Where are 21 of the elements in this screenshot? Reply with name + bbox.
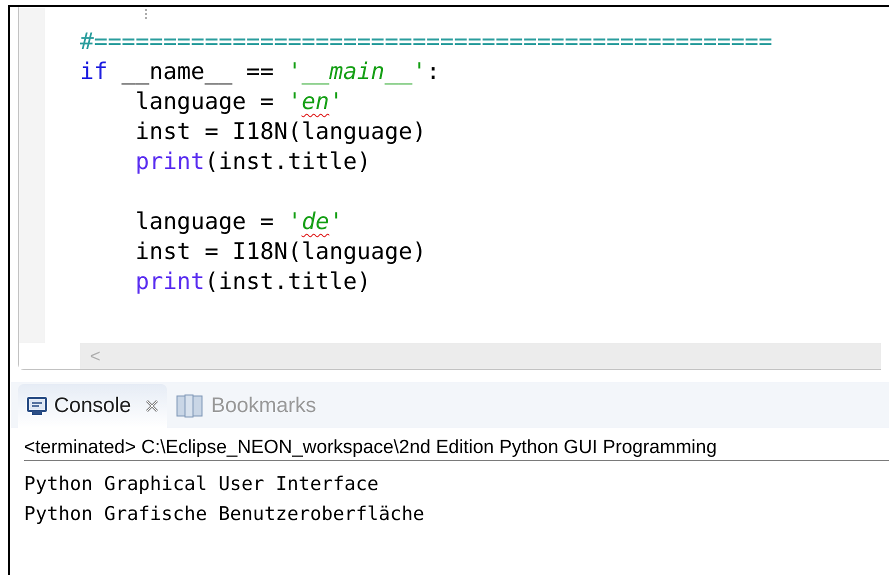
code-line: #================================================= bbox=[80, 28, 772, 57]
fold-marker-icon bbox=[144, 7, 148, 21]
code-line: print(inst.title) bbox=[135, 268, 371, 297]
code-line: inst = I18N(language) bbox=[135, 238, 426, 267]
scroll-left-arrow[interactable]: < bbox=[90, 342, 101, 370]
view-tab[interactable]: Console bbox=[18, 384, 168, 428]
code-line: inst = I18N(language) bbox=[135, 118, 426, 147]
console-output-line: Python Grafische Benutzeroberfläche bbox=[24, 502, 424, 527]
book-icon bbox=[175, 393, 206, 419]
code-line: language = 'en' bbox=[135, 88, 344, 117]
monitor-icon bbox=[26, 396, 48, 416]
tab-label: Bookmarks bbox=[211, 393, 316, 420]
tab-label: Console bbox=[54, 393, 132, 420]
view-tab[interactable]: Bookmarks bbox=[167, 384, 324, 428]
console-output-line: Python Graphical User Interface bbox=[24, 472, 379, 497]
code-line: print(inst.title) bbox=[135, 148, 371, 177]
close-icon[interactable] bbox=[145, 399, 160, 413]
console-header: <terminated> C:\Eclipse_NEON_workspace\2nd Edition Python GUI Programming bbox=[24, 436, 889, 461]
horizontal-scrollbar[interactable]: < bbox=[80, 343, 881, 369]
code-line: if __name__ == '__main__': bbox=[80, 58, 440, 87]
code-line: language = 'de' bbox=[135, 208, 344, 237]
